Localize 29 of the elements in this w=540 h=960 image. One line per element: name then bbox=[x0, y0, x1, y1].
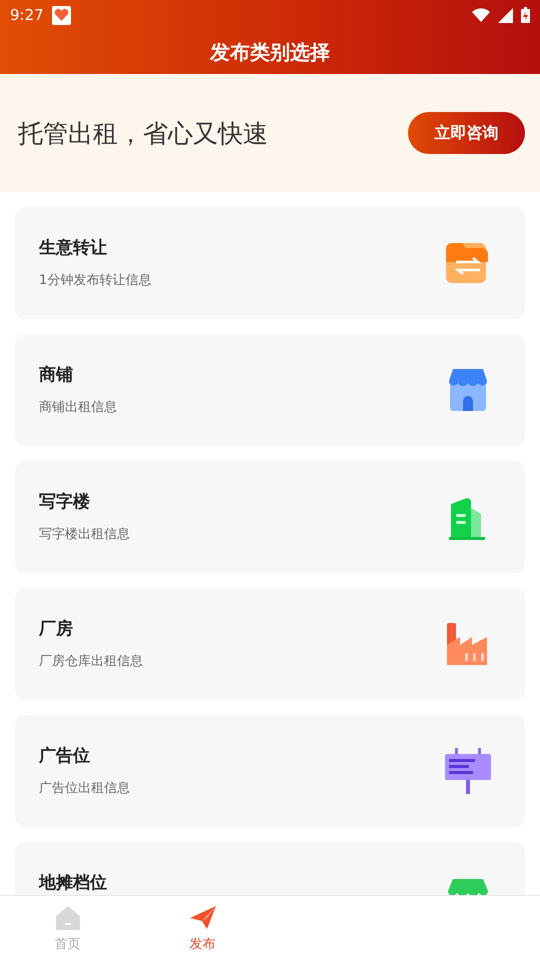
category-subtitle: 广告位出租信息 bbox=[39, 780, 131, 797]
signal-icon bbox=[498, 8, 513, 22]
category-title: 写字楼 bbox=[39, 491, 91, 513]
battery-icon bbox=[521, 7, 530, 23]
category-subtitle: 写字楼出租信息 bbox=[39, 526, 131, 543]
nav-tab[interactable]: 发布 bbox=[135, 896, 270, 960]
category-title: 广告位 bbox=[39, 745, 91, 767]
banner-text: 托管出租，省心又快速 bbox=[18, 118, 269, 150]
category-subtitle: 1分钟发布转让信息 bbox=[39, 272, 152, 289]
category-card[interactable]: 厂房 厂房仓库出租信息 bbox=[15, 588, 525, 700]
category-subtitle: 厂房仓库出租信息 bbox=[39, 653, 144, 670]
status-time: 9:27 bbox=[10, 6, 44, 24]
billboard-icon bbox=[443, 746, 493, 796]
consult-button[interactable]: 立即咨询 bbox=[408, 112, 525, 154]
category-title: 生意转让 bbox=[39, 237, 108, 259]
category-card[interactable]: 地摊档位 bbox=[15, 842, 525, 895]
wifi-icon bbox=[472, 8, 490, 22]
category-subtitle: 商铺出租信息 bbox=[39, 399, 118, 416]
category-card[interactable]: 广告位 广告位出租信息 bbox=[15, 715, 525, 827]
category-title: 商铺 bbox=[39, 364, 74, 386]
category-card[interactable]: 生意转让 1分钟发布转让信息 bbox=[15, 207, 525, 319]
page-title: 发布类别选择 bbox=[208, 38, 331, 66]
home-icon bbox=[54, 903, 82, 931]
category-card[interactable]: 商铺 商铺出租信息 bbox=[15, 334, 525, 446]
category-title: 地摊档位 bbox=[39, 872, 108, 894]
category-title: 厂房 bbox=[39, 618, 74, 640]
category-card[interactable]: 写字楼 写字楼出租信息 bbox=[15, 461, 525, 573]
app-notification-icon bbox=[52, 6, 71, 24]
paper-plane-icon bbox=[188, 903, 216, 931]
